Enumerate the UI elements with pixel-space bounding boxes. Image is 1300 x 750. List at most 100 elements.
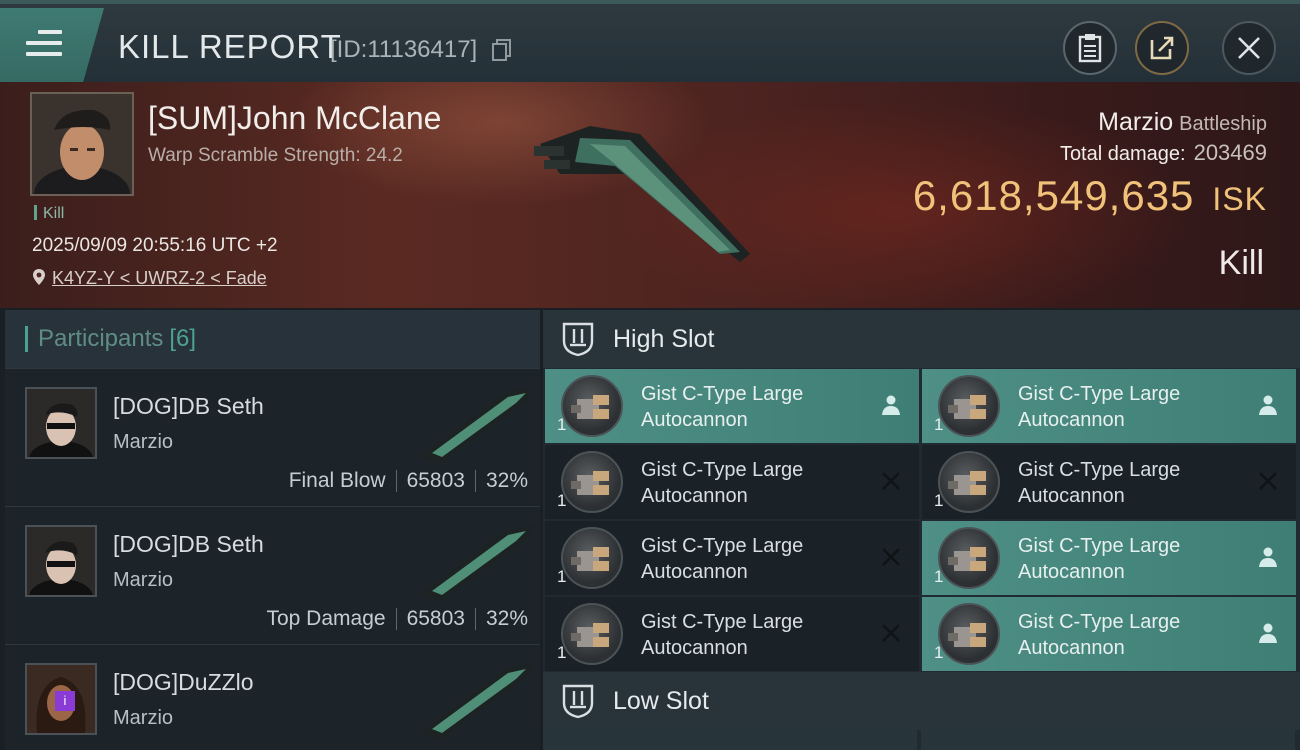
high-slot-item[interactable]: 1 Gist C-Type Large Autocannon bbox=[545, 597, 919, 671]
info-badge: i bbox=[55, 691, 75, 711]
high-slot-item[interactable]: 1 Gist C-Type Large Autocannon bbox=[922, 597, 1296, 671]
total-damage-value: 203469 bbox=[1193, 140, 1267, 165]
report-id: [ID:11136417] bbox=[330, 36, 478, 63]
ship-class: Battleship bbox=[1179, 113, 1267, 135]
participants-panel: Participants [6] [DOG]DB Seth Marzio Fin… bbox=[5, 310, 540, 750]
high-slot-item[interactable]: 1 Gist C-Type Large Autocannon bbox=[922, 445, 1296, 519]
participants-header: Participants [6] bbox=[5, 310, 540, 368]
module-name-line2: Autocannon bbox=[1018, 409, 1125, 431]
autocannon-icon bbox=[561, 451, 623, 513]
autocannon-icon bbox=[561, 603, 623, 665]
isk-unit: ISK bbox=[1212, 181, 1267, 217]
kill-location[interactable]: K4YZ-Y < UWRZ-2 < Fade bbox=[32, 268, 267, 289]
destroyed-x-icon bbox=[882, 624, 900, 642]
module-name-line2: Autocannon bbox=[641, 485, 748, 507]
module-name-line2: Autocannon bbox=[1018, 485, 1125, 507]
module-quantity: 1 bbox=[557, 567, 567, 586]
participant-row[interactable]: [DOG]DB Seth Marzio Top Damage 65803 32% bbox=[5, 506, 540, 644]
module-name-line1: Gist C-Type Large bbox=[1018, 611, 1181, 633]
share-button[interactable] bbox=[1135, 21, 1189, 75]
module-name-line2: Autocannon bbox=[641, 637, 748, 659]
module-name: Gist C-Type Large Autocannon bbox=[641, 381, 851, 433]
high-slot-header: High Slot bbox=[543, 310, 1300, 368]
module-name: Gist C-Type Large Autocannon bbox=[1018, 381, 1228, 433]
participant-ship: Marzio bbox=[113, 431, 174, 453]
destroyed-x-icon bbox=[882, 472, 900, 490]
high-slot-item[interactable]: 1 Gist C-Type Large Autocannon bbox=[922, 369, 1296, 443]
participants-count: [6] bbox=[169, 325, 197, 352]
kill-banner: [SUM]John McClane Warp Scramble Strength… bbox=[0, 82, 1300, 308]
isk-amount: 6,618,549,635 bbox=[912, 172, 1195, 219]
high-slot-item[interactable]: 1 Gist C-Type Large Autocannon bbox=[545, 521, 919, 595]
module-quantity: 1 bbox=[557, 415, 567, 434]
pilot-icon bbox=[1259, 395, 1277, 415]
victim-name[interactable]: [SUM]John McClane bbox=[148, 100, 441, 137]
module-name-line2: Autocannon bbox=[1018, 561, 1125, 583]
module-name-line1: Gist C-Type Large bbox=[1018, 535, 1181, 557]
destroyed-x-icon bbox=[1259, 472, 1277, 490]
copy-icon[interactable] bbox=[492, 39, 512, 61]
top-bar: KILL REPORT [ID:11136417] bbox=[0, 0, 1300, 82]
destroyed-x-icon bbox=[882, 548, 900, 566]
high-slot-icon bbox=[562, 322, 594, 357]
participants-title: Participants bbox=[38, 325, 164, 352]
autocannon-icon bbox=[938, 527, 1000, 589]
pilot-icon bbox=[1259, 623, 1277, 643]
fitting-panel: High Slot 1 Gist C-Type Large Autocannon 1 G… bbox=[543, 310, 1300, 750]
participant-name: [DOG]DB Seth bbox=[113, 393, 264, 419]
location-link[interactable]: K4YZ-Y < UWRZ-2 < Fade bbox=[52, 268, 267, 288]
module-name-line1: Gist C-Type Large bbox=[1018, 383, 1181, 405]
ship-thumbnail-icon bbox=[420, 387, 534, 463]
module-quantity: 1 bbox=[557, 643, 567, 662]
module-name-line1: Gist C-Type Large bbox=[641, 459, 804, 481]
ship-thumbnail-icon bbox=[420, 663, 534, 739]
module-name: Gist C-Type Large Autocannon bbox=[1018, 609, 1228, 661]
module-name: Gist C-Type Large Autocannon bbox=[641, 533, 851, 585]
victim-ship[interactable]: Marzio Battleship bbox=[1098, 108, 1267, 137]
pilot-avatar bbox=[32, 94, 132, 194]
participant-stats: Top Damage 65803 32% bbox=[266, 607, 528, 631]
participant-row[interactable]: [DOG]DB Seth Marzio Final Blow 65803 32% bbox=[5, 368, 540, 506]
participant-ship: Marzio bbox=[113, 569, 174, 591]
low-slot-item[interactable] bbox=[543, 730, 917, 750]
low-slot-item[interactable] bbox=[921, 730, 1295, 750]
ship-name: Marzio bbox=[1098, 108, 1174, 136]
participant-name: [DOG]DuZZlo bbox=[113, 669, 254, 695]
autocannon-icon bbox=[938, 375, 1000, 437]
module-quantity: 1 bbox=[934, 415, 944, 434]
high-slot-item[interactable]: 1 Gist C-Type Large Autocannon bbox=[545, 445, 919, 519]
menu-button[interactable] bbox=[0, 8, 104, 82]
close-icon bbox=[1238, 37, 1260, 59]
low-slot-icon bbox=[562, 684, 594, 719]
kill-tag: Kill bbox=[34, 205, 64, 223]
victim-portrait[interactable] bbox=[30, 92, 134, 196]
autocannon-icon bbox=[938, 451, 1000, 513]
clipboard-button[interactable] bbox=[1063, 21, 1117, 75]
ship-render-icon bbox=[534, 126, 750, 262]
module-name-line2: Autocannon bbox=[641, 561, 748, 583]
module-name: Gist C-Type Large Autocannon bbox=[1018, 457, 1228, 509]
module-name-line2: Autocannon bbox=[1018, 637, 1125, 659]
participant-stats: Final Blow 65803 32% bbox=[289, 469, 528, 493]
module-name-line1: Gist C-Type Large bbox=[641, 611, 804, 633]
module-name-line2: Autocannon bbox=[641, 409, 748, 431]
kill-result: Kill bbox=[1218, 244, 1264, 282]
warp-scramble-strength: Warp Scramble Strength: 24.2 bbox=[148, 145, 403, 166]
high-slot-item[interactable]: 1 Gist C-Type Large Autocannon bbox=[545, 369, 919, 443]
clipboard-icon bbox=[1078, 34, 1102, 63]
participant-damage: 65803 bbox=[406, 469, 465, 492]
kill-datetime: 2025/09/09 20:55:16 UTC +2 bbox=[32, 235, 278, 256]
autocannon-icon bbox=[561, 375, 623, 437]
total-damage-label: Total damage: bbox=[1059, 143, 1186, 165]
ship-thumbnail-icon bbox=[420, 525, 534, 601]
high-slot-label: High Slot bbox=[613, 324, 715, 353]
avatar bbox=[25, 387, 97, 459]
participant-percent: 32% bbox=[485, 607, 528, 630]
module-name-line1: Gist C-Type Large bbox=[641, 383, 804, 405]
module-name: Gist C-Type Large Autocannon bbox=[1018, 533, 1228, 585]
participant-row[interactable]: i [DOG]DuZZlo Marzio bbox=[5, 644, 540, 750]
module-name-line1: Gist C-Type Large bbox=[1018, 459, 1181, 481]
participant-ship: Marzio bbox=[113, 707, 174, 729]
close-button[interactable] bbox=[1222, 21, 1276, 75]
high-slot-item[interactable]: 1 Gist C-Type Large Autocannon bbox=[922, 521, 1296, 595]
